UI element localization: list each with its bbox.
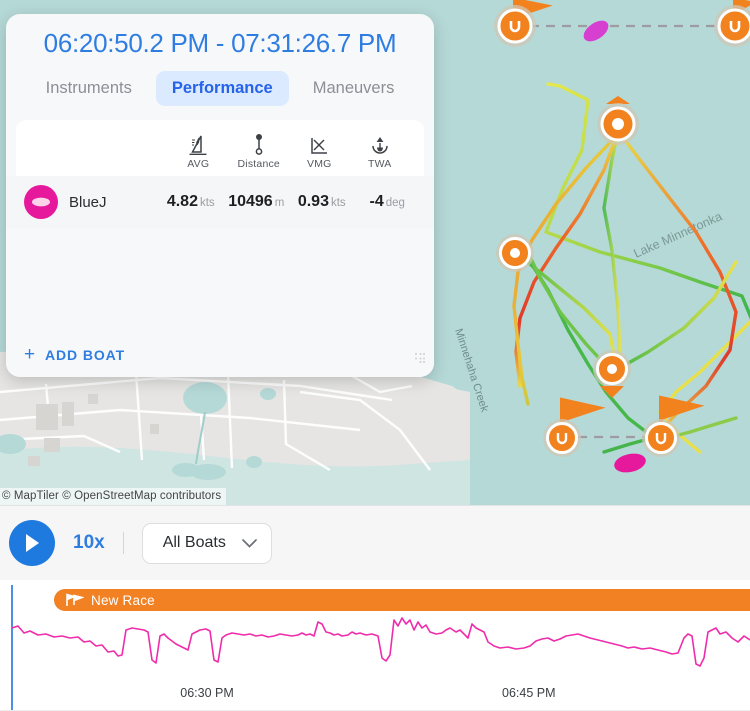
column-header-vmg: VMG xyxy=(289,132,350,170)
tab-performance[interactable]: Performance xyxy=(155,71,289,106)
map-attribution: © MapTiler © OpenStreetMap contributors xyxy=(0,488,227,505)
race-label: New Race xyxy=(91,592,155,608)
panel-footer: + ADD BOAT xyxy=(6,228,434,377)
course-mark-left[interactable] xyxy=(496,234,534,272)
cell-twa-unit: deg xyxy=(385,197,405,209)
cell-vmg-unit: kts xyxy=(330,197,346,209)
controls-divider xyxy=(122,532,124,554)
cell-twa-value: -4 xyxy=(369,193,384,210)
avatar xyxy=(24,185,58,219)
column-label-vmg: VMG xyxy=(306,158,332,170)
table-row[interactable]: BlueJ 4.82 kts 10496 m 0.93 kts -4 deg xyxy=(6,176,434,228)
chevron-down-icon xyxy=(241,538,257,548)
resize-grip-handle[interactable] xyxy=(412,350,425,368)
panel-tabs: Instruments Performance Maneuvers xyxy=(6,69,434,120)
column-header-distance: Distance xyxy=(229,132,290,170)
cell-vmg: 0.93 kts xyxy=(289,193,355,211)
cell-vmg-value: 0.93 xyxy=(297,193,329,210)
cell-distance-unit: m xyxy=(274,197,285,209)
play-icon xyxy=(26,534,39,552)
metrics-table-header: AVG Distance VMG TWA xyxy=(16,120,424,176)
panel-time-range-title: 06:20:50.2 PM - 07:31:26.7 PM xyxy=(43,28,397,58)
axis-tick-1: 06:45 PM xyxy=(501,686,556,700)
sailboat-icon xyxy=(187,132,209,156)
column-header-avg: AVG xyxy=(168,132,229,170)
distance-pin-icon xyxy=(248,132,270,156)
playback-controls: 10x All Boats xyxy=(0,505,750,580)
boat-rows: BlueJ 4.82 kts 10496 m 0.93 kts -4 deg xyxy=(6,176,434,228)
playback-speed[interactable]: 10x xyxy=(73,532,105,554)
add-boat-button[interactable]: + ADD BOAT xyxy=(24,345,125,364)
plus-icon: + xyxy=(24,344,36,365)
cell-avg: 4.82 kts xyxy=(158,193,224,211)
boat-filter-dropdown[interactable]: All Boats xyxy=(141,522,272,564)
vmg-chart-icon xyxy=(308,132,330,156)
boat-glyph-icon xyxy=(32,197,50,207)
timeline-axis: 06:30 PM 06:45 PM xyxy=(0,680,750,711)
app-root: Minnehaha Creek Lake Minnetonka © MapTil… xyxy=(0,0,750,711)
timeline[interactable]: New Race 06:30 PM 06:45 PM xyxy=(0,580,750,711)
performance-panel: 06:20:50.2 PM - 07:31:26.7 PM Instrument… xyxy=(6,14,434,377)
tab-instruments[interactable]: Instruments xyxy=(30,71,148,106)
tab-maneuvers[interactable]: Maneuvers xyxy=(297,71,411,106)
column-label-distance: Distance xyxy=(237,158,280,170)
race-flags-icon xyxy=(66,593,84,606)
column-label-avg: AVG xyxy=(187,158,210,170)
boat-filter-label: All Boats xyxy=(162,534,226,551)
speed-trace-chart xyxy=(11,617,750,667)
cell-twa: -4 deg xyxy=(355,193,421,211)
boat-identity: BlueJ xyxy=(6,185,158,219)
cell-avg-value: 4.82 xyxy=(166,193,198,210)
axis-tick-0: 06:30 PM xyxy=(180,686,234,700)
cell-distance-value: 10496 xyxy=(228,193,273,210)
cell-avg-unit: kts xyxy=(199,197,215,209)
column-label-twa: TWA xyxy=(367,158,392,170)
metrics-table: AVG Distance VMG TWA xyxy=(16,120,424,176)
add-boat-label: ADD BOAT xyxy=(45,346,126,363)
column-header-twa: TWA xyxy=(350,132,411,170)
cell-distance: 10496 m xyxy=(224,193,290,211)
twa-arrow-icon xyxy=(369,132,391,156)
play-button[interactable] xyxy=(9,520,55,566)
boat-name: BlueJ xyxy=(69,193,107,211)
